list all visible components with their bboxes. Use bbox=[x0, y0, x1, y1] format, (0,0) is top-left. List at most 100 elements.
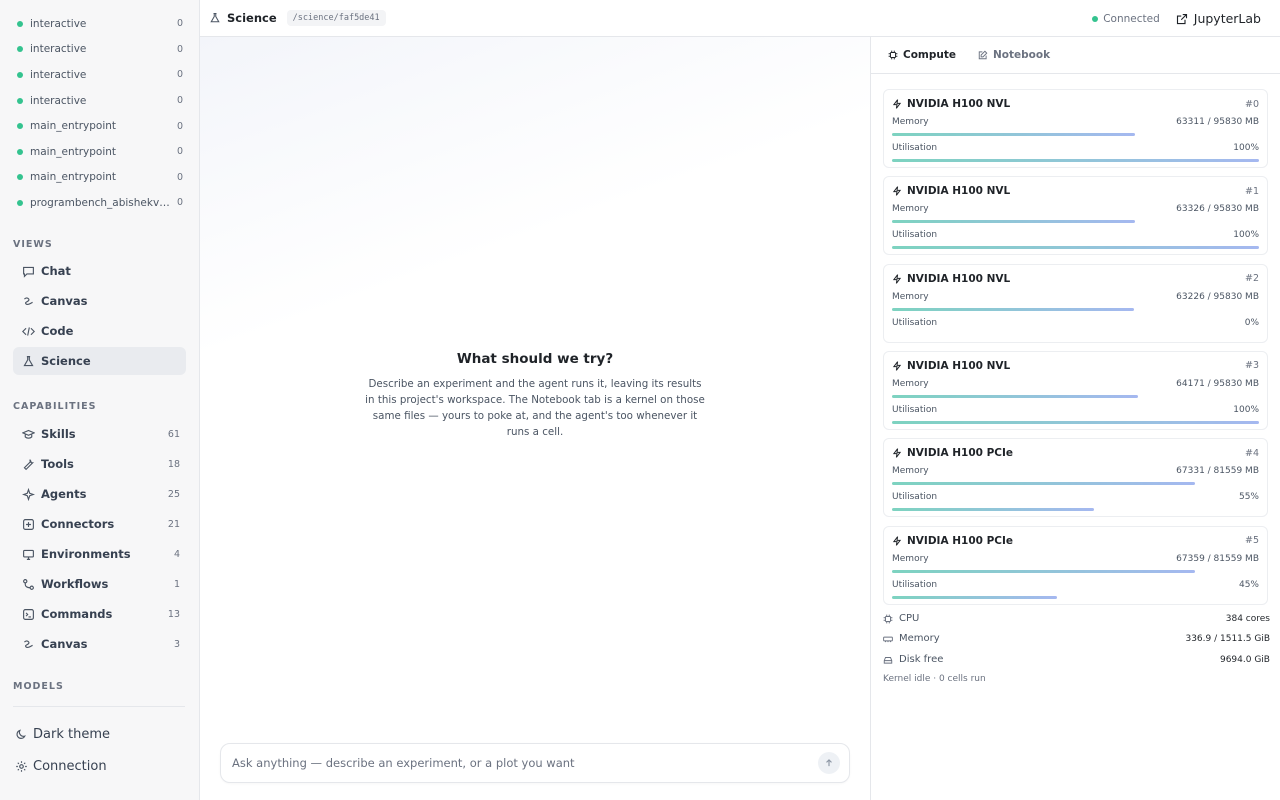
nav-item-skills[interactable]: Skills 61 bbox=[13, 420, 186, 448]
session-count: 0 bbox=[176, 95, 183, 107]
bolt-icon bbox=[892, 535, 902, 546]
tab-compute[interactable]: Compute bbox=[888, 49, 956, 61]
nav-item-connectors[interactable]: Connectors 21 bbox=[13, 510, 186, 538]
util-label: Utilisation bbox=[892, 579, 938, 590]
nav-count: 4 bbox=[173, 548, 180, 560]
gpu-name: NVIDIA H100 NVL bbox=[907, 272, 1011, 285]
nav-item-workflows[interactable]: Workflows 1 bbox=[13, 570, 186, 598]
gpu-util-row: Utilisation 100% bbox=[892, 405, 1259, 415]
nav-count: 13 bbox=[167, 608, 180, 620]
nav-count: 1 bbox=[173, 578, 180, 590]
gpu-memory-row: Memory 67359 / 81559 MB bbox=[892, 554, 1259, 564]
canvas-icon bbox=[21, 294, 35, 308]
session-item[interactable]: interactive 0 bbox=[0, 62, 200, 88]
nav-item-chat[interactable]: Chat bbox=[13, 257, 186, 285]
connection-settings[interactable]: Connection bbox=[14, 759, 107, 774]
nav-item-agents[interactable]: Agents 25 bbox=[13, 480, 186, 508]
nav-count: 21 bbox=[167, 518, 180, 530]
nav-item-commands[interactable]: Commands 13 bbox=[13, 600, 186, 628]
memory-row: Memory 336.9 / 1511.5 GiB bbox=[883, 633, 1270, 644]
gpu-util-value: 45% bbox=[1238, 579, 1259, 590]
nav-item-canvas-capability[interactable]: Canvas 3 bbox=[13, 630, 186, 658]
gpu-name: NVIDIA H100 NVL bbox=[907, 98, 1011, 110]
dark-theme-toggle[interactable]: Dark theme bbox=[14, 727, 110, 742]
gpu-header: NVIDIA H100 NVL #2 bbox=[892, 273, 1259, 285]
sidebar-divider bbox=[13, 706, 185, 707]
session-item[interactable]: interactive 0 bbox=[0, 88, 200, 114]
session-name: interactive bbox=[30, 94, 87, 107]
gpu-memory-row: Memory 67331 / 81559 MB bbox=[892, 466, 1259, 476]
status-dot bbox=[17, 148, 23, 155]
send-button[interactable] bbox=[818, 752, 840, 774]
gpu-index: #1 bbox=[1244, 185, 1259, 197]
sidebar: interactive 0 interactive 0 interactive 0 i… bbox=[0, 0, 200, 800]
connection-label: Connection bbox=[33, 759, 107, 774]
session-item[interactable]: main_entrypoint 0 bbox=[0, 139, 200, 165]
util-label: Utilisation bbox=[892, 230, 938, 241]
external-link-icon[interactable] bbox=[1176, 13, 1188, 25]
kernel-status: Kernel idle · 0 cells run bbox=[883, 674, 986, 684]
session-item[interactable]: main_entrypoint 0 bbox=[0, 165, 200, 191]
memory-icon bbox=[883, 634, 893, 644]
memory-bar bbox=[892, 307, 1259, 311]
capabilities-section-title: CAPABILITIES bbox=[13, 401, 97, 412]
session-item[interactable]: interactive 0 bbox=[0, 37, 200, 63]
nav-label: Canvas bbox=[41, 637, 88, 651]
nav-count: 25 bbox=[167, 488, 180, 500]
session-count: 0 bbox=[176, 120, 183, 132]
nav-item-code[interactable]: Code bbox=[13, 317, 186, 345]
gpu-card: NVIDIA H100 NVL #1 Memory 63326 / 95830 MB U… bbox=[883, 176, 1268, 256]
gpu-memory-row: Memory 63226 / 95830 MB bbox=[892, 292, 1259, 302]
memory-label: Memory bbox=[892, 466, 929, 477]
prompt-input[interactable] bbox=[232, 756, 818, 770]
memory-bar-fill bbox=[892, 220, 1135, 224]
util-bar bbox=[892, 246, 1259, 250]
gpu-util-value: 0% bbox=[1244, 317, 1259, 328]
memory-label: Memory bbox=[892, 378, 929, 389]
gpu-util-row: Utilisation 0% bbox=[892, 318, 1259, 328]
session-name: interactive bbox=[30, 17, 87, 30]
util-bar-fill bbox=[892, 246, 1259, 250]
session-item[interactable]: programbench_abishekvas... 0 bbox=[0, 190, 200, 216]
gpu-header: NVIDIA H100 NVL #0 bbox=[892, 98, 1259, 110]
util-bar-fill bbox=[892, 595, 1058, 599]
gpu-memory-row: Memory 64171 / 95830 MB bbox=[892, 379, 1259, 389]
session-list: interactive 0 interactive 0 interactive 0 i… bbox=[0, 11, 200, 216]
page-title: Science bbox=[227, 11, 277, 25]
gpu-memory-row: Memory 63326 / 95830 MB bbox=[892, 204, 1259, 214]
nav-item-environments[interactable]: Environments 4 bbox=[13, 540, 186, 568]
session-name: programbench_abishekvas... bbox=[30, 196, 171, 209]
memory-bar-fill bbox=[892, 569, 1196, 573]
memory-bar bbox=[892, 569, 1259, 573]
gpu-memory-value: 63226 / 95830 MB bbox=[1176, 291, 1259, 302]
jupyterlab-link[interactable]: JupyterLab bbox=[1194, 11, 1261, 26]
terminal-icon bbox=[21, 607, 35, 621]
disk-icon bbox=[883, 655, 893, 665]
workspace-path: /science/faf5de41 bbox=[286, 10, 386, 26]
nav-item-canvas[interactable]: Canvas bbox=[13, 287, 186, 315]
gpu-card: NVIDIA H100 NVL #2 Memory 63226 / 95830 MB U… bbox=[883, 263, 1268, 343]
gpu-util-value: 100% bbox=[1233, 143, 1259, 153]
tab-notebook[interactable]: Notebook bbox=[978, 49, 1050, 61]
main-area: What should we try? Describe an experime… bbox=[200, 37, 870, 800]
nav-count: 18 bbox=[167, 458, 180, 470]
bolt-icon bbox=[892, 99, 902, 109]
gpu-util-row: Utilisation 100% bbox=[892, 143, 1259, 153]
dark-theme-label: Dark theme bbox=[33, 727, 110, 742]
chip-icon bbox=[888, 50, 898, 60]
session-item[interactable]: main_entrypoint 0 bbox=[0, 113, 200, 139]
chat-icon bbox=[21, 264, 35, 278]
tab-compute-label: Compute bbox=[903, 49, 956, 61]
gpu-index: #0 bbox=[1244, 98, 1259, 110]
util-label: Utilisation bbox=[892, 317, 938, 328]
nav-item-tools[interactable]: Tools 18 bbox=[13, 450, 186, 478]
moon-icon bbox=[14, 728, 28, 742]
gpu-header: NVIDIA H100 PCIe #4 bbox=[892, 447, 1259, 459]
gpu-name: NVIDIA H100 PCIe bbox=[907, 534, 1014, 547]
connector-icon bbox=[21, 517, 35, 531]
nav-item-science[interactable]: Science bbox=[13, 347, 186, 375]
status-dot bbox=[17, 71, 23, 78]
memory-bar bbox=[892, 133, 1259, 136]
nav-label: Canvas bbox=[41, 294, 88, 308]
session-item[interactable]: interactive 0 bbox=[0, 11, 200, 37]
